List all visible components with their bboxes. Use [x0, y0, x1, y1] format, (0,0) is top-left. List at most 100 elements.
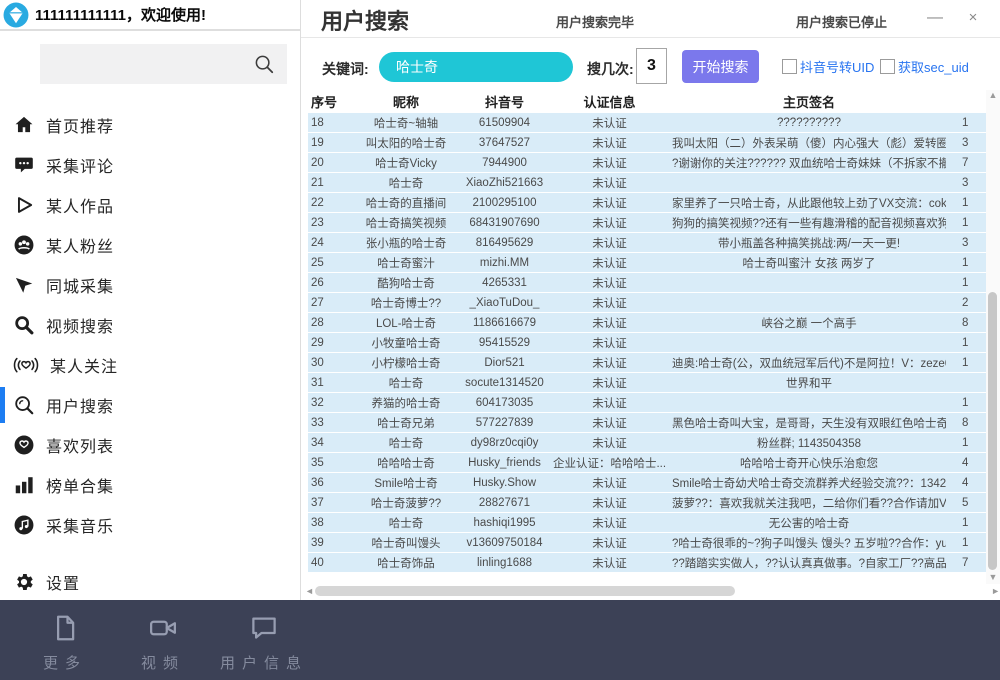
table-row[interactable]: 21哈士奇XiaoZhi521663未认证3 [308, 173, 986, 193]
sidebar-search-input[interactable] [48, 44, 248, 84]
gear-icon [13, 571, 35, 593]
cell-seq: 27 [308, 297, 350, 309]
welcome-text: 111111111111，欢迎使用! [35, 4, 206, 25]
table-row[interactable]: 31哈士奇socute1314520未认证世界和平 [308, 373, 986, 393]
bottombar-item-userinfo[interactable]: 用户信息 [212, 613, 316, 673]
checkbox-get-secuid[interactable]: 获取sec_uid [880, 57, 969, 76]
vertical-scrollbar[interactable]: ▲ ▼ [986, 90, 1000, 584]
cell-sig: ?????????? [672, 117, 946, 129]
cell-dyid: mizhi.MM [462, 257, 547, 269]
table-row[interactable]: 25哈士奇蜜汁mizhi.MM未认证哈士奇叫蜜汁 女孩 两岁了1 [308, 253, 986, 273]
checkbox-douyin-to-uid[interactable]: 抖音号转UID [782, 57, 874, 76]
table-row[interactable]: 29小牧童哈士奇95415529未认证1 [308, 333, 986, 353]
cell-dyid: socute1314520 [462, 377, 547, 389]
cell-extra: 1 [946, 517, 986, 529]
sidebar-item-settings[interactable]: 设置 [0, 562, 300, 602]
cell-extra: 1 [946, 537, 986, 549]
cell-auth: 未认证 [547, 275, 672, 291]
sidebar-item-music[interactable]: 采集音乐 [0, 505, 300, 545]
table-row[interactable]: 18哈士奇~轴轴61509904未认证??????????1 [308, 113, 986, 133]
cell-dyid: 577227839 [462, 417, 547, 429]
sidebar-item-label: 用户搜索 [46, 393, 114, 417]
cell-extra: 1 [946, 437, 986, 449]
search-icon[interactable] [253, 53, 275, 75]
cell-sig: 菠萝??：喜欢我就关注我吧，二给你们看??合作请加V：7... [672, 495, 946, 511]
vertical-scrollbar-thumb[interactable] [988, 292, 997, 570]
cell-sig: 迪奥:哈士奇(公，双血统冠军后代)不是阿拉！V：zeze052... [672, 355, 946, 371]
table-row[interactable]: 19叫太阳的哈士奇37647527未认证我叫太阳（二）外表呆萌（傻）内心强大（彪… [308, 133, 986, 153]
table-row[interactable]: 24张小瓶的哈士奇816495629未认证带小瓶盖各种搞笑挑战:两/一天一更!3 [308, 233, 986, 253]
sidebar-item-chart[interactable]: 榜单合集 [0, 465, 300, 505]
sidebar-item-location[interactable]: 同城采集 [0, 265, 300, 305]
horizontal-scrollbar[interactable]: ◄ ► [305, 584, 1000, 598]
bottom-toolbar: 更多 视频 用户信息 [0, 600, 1000, 680]
cell-sig: 狗狗的搞笑视频??还有一些有趣滑稽的配音视频喜欢狗，... [672, 215, 946, 231]
sidebar-item-play[interactable]: 某人作品 [0, 185, 300, 225]
cell-auth: 未认证 [547, 395, 672, 411]
scroll-right-arrow-icon[interactable]: ► [991, 586, 1000, 596]
table-row[interactable]: 37哈士奇菠萝??28827671未认证菠萝??：喜欢我就关注我吧，二给你们看?… [308, 493, 986, 513]
cell-sig: 无公害的哈士奇 [672, 515, 946, 531]
table-row[interactable]: 27哈士奇博士??_XiaoTuDou_未认证2 [308, 293, 986, 313]
page-title: 用户搜索 [321, 4, 409, 36]
scroll-up-arrow-icon[interactable]: ▲ [986, 90, 1000, 100]
table-row[interactable]: 35哈哈哈士奇Husky_friends企业认证：哈哈哈士...哈哈哈士奇开心快… [308, 453, 986, 473]
checkbox-box[interactable] [880, 59, 895, 74]
sidebar-item-video-search[interactable]: 视频搜索 [0, 305, 300, 345]
table-row[interactable]: 20哈士奇Vicky7944900未认证?谢谢你的关注?????? 双血统哈士奇… [308, 153, 986, 173]
cell-sig: ?哈士奇很乖的~?狗子叫馒头 馒头? 五岁啦??合作：yub... [672, 535, 946, 551]
table-row[interactable]: 34哈士奇dy98rz0cqi0y未认证粉丝群; 11435043581 [308, 433, 986, 453]
table-row[interactable]: 28LOL-哈士奇1186616679未认证峡谷之巅 一个高手8 [308, 313, 986, 333]
sidebar-search-box[interactable] [40, 44, 287, 84]
sidebar-item-label: 同城采集 [46, 273, 114, 297]
table-row[interactable]: 32养猫的哈士奇604173035未认证1 [308, 393, 986, 413]
cell-extra: 3 [946, 237, 986, 249]
cell-extra: 5 [946, 497, 986, 509]
bottombar-item-video[interactable]: 视频 [128, 613, 198, 673]
start-search-button[interactable]: 开始搜索 [682, 50, 759, 83]
scroll-left-arrow-icon[interactable]: ◄ [305, 586, 314, 596]
bottombar-item-more[interactable]: 更多 [30, 613, 100, 673]
column-header-douyin-id: 抖音号 [462, 92, 547, 111]
close-button[interactable]: × [961, 6, 985, 30]
cell-auth: 未认证 [547, 515, 672, 531]
cell-sig: 世界和平 [672, 375, 946, 391]
sidebar-item-home[interactable]: 首页推荐 [0, 105, 300, 145]
sidebar-item-follow[interactable]: 某人关注 [0, 345, 300, 385]
sidebar-item-user-search[interactable]: 用户搜索 [0, 385, 300, 425]
horizontal-scrollbar-thumb[interactable] [315, 586, 735, 596]
cell-extra: 3 [946, 177, 986, 189]
table-row[interactable]: 39哈士奇叫馒头v13609750184未认证?哈士奇很乖的~?狗子叫馒头 馒头… [308, 533, 986, 553]
table-row[interactable]: 22哈士奇的直播间2100295100未认证家里养了一只哈士奇，从此跟他较上劲了… [308, 193, 986, 213]
cell-nick: 哈士奇蜜汁 [350, 255, 462, 271]
minimize-button[interactable]: — [923, 6, 947, 30]
cell-auth: 未认证 [547, 295, 672, 311]
table-row[interactable]: 36Smile哈士奇Husky.Show未认证Smile哈士奇幼犬哈士奇交流群养… [308, 473, 986, 493]
cell-extra: 1 [946, 117, 986, 129]
cell-auth: 未认证 [547, 115, 672, 131]
sidebar-item-comment[interactable]: 采集评论 [0, 145, 300, 185]
scroll-down-arrow-icon[interactable]: ▼ [986, 572, 1000, 582]
music-icon [13, 514, 35, 536]
table-row[interactable]: 23哈士奇搞笑视频68431907690未认证狗狗的搞笑视频??还有一些有趣滑稽… [308, 213, 986, 233]
table-row[interactable]: 40哈士奇饰品linling1688未认证??踏踏实实做人，??认认真真做事。?… [308, 553, 986, 573]
keyword-label: 关键词: [322, 59, 369, 79]
table-row[interactable]: 33哈士奇兄弟577227839未认证黑色哈士奇叫大宝，是哥哥，天生没有双眼红色… [308, 413, 986, 433]
search-count-input[interactable] [636, 48, 667, 84]
checkbox-box[interactable] [782, 59, 797, 74]
cell-sig: ?谢谢你的关注?????? 双血统哈士奇妹妹（不拆家不撤手... [672, 155, 946, 171]
sidebar-item-fans[interactable]: 某人粉丝 [0, 225, 300, 265]
table-row[interactable]: 30小柠檬哈士奇Dior521未认证迪奥:哈士奇(公，双血统冠军后代)不是阿拉！… [308, 353, 986, 373]
cell-nick: 哈士奇搞笑视频 [350, 215, 462, 231]
cell-seq: 19 [308, 137, 350, 149]
keyword-pill[interactable] [379, 52, 573, 82]
sidebar-item-label: 榜单合集 [46, 473, 114, 497]
cell-nick: 哈士奇Vicky [350, 155, 462, 171]
keyword-input[interactable] [396, 54, 561, 80]
fans-icon [13, 234, 35, 256]
search-count-label: 搜几次: [587, 59, 634, 79]
table-row[interactable]: 38哈士奇hashiqi1995未认证无公害的哈士奇1 [308, 513, 986, 533]
sidebar-item-heart[interactable]: 喜欢列表 [0, 425, 300, 465]
cell-seq: 40 [308, 557, 350, 569]
table-row[interactable]: 26酷狗哈士奇4265331未认证1 [308, 273, 986, 293]
